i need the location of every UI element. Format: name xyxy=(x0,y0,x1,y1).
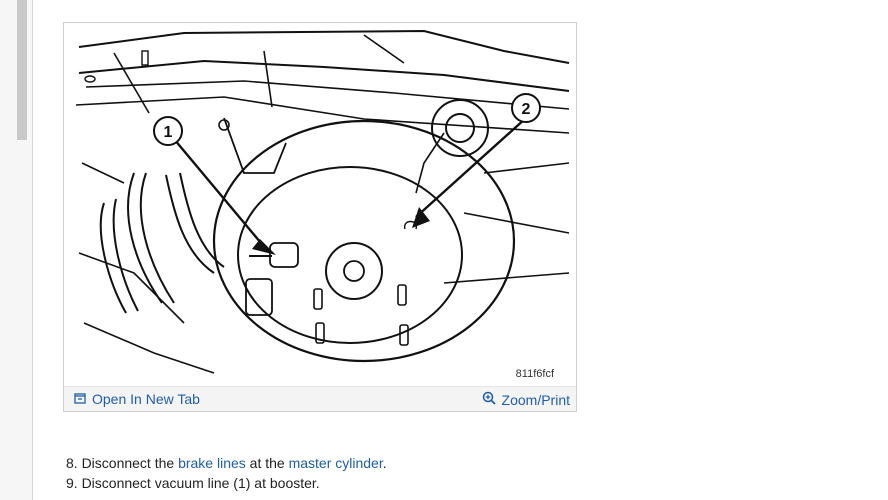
figure-footer: Open In New Tab Zoom/Print xyxy=(64,386,576,411)
svg-text:2: 2 xyxy=(522,101,531,118)
step-9: 9. Disconnect vacuum line (1) at booster… xyxy=(66,475,320,491)
scrollbar-thumb[interactable] xyxy=(17,0,27,140)
left-rail xyxy=(0,0,33,500)
figure-card: 1 2 811f6fcf Open In New Tab Zoom/Print xyxy=(63,22,577,412)
callout-1: 1 xyxy=(153,116,183,146)
open-in-new-tab-link[interactable]: Open In New Tab xyxy=(74,391,200,407)
open-in-new-tab-label: Open In New Tab xyxy=(92,391,200,407)
step-8: 8. Disconnect the brake lines at the mas… xyxy=(66,455,387,471)
zoom-print-label: Zoom/Print xyxy=(501,391,570,408)
zoom-in-icon xyxy=(482,391,496,408)
brake-lines-link[interactable]: brake lines xyxy=(178,455,246,471)
instruction-steps: 8. Disconnect the brake lines at the mas… xyxy=(66,453,387,493)
figure-id: 811f6fcf xyxy=(515,368,554,380)
zoom-print-link[interactable]: Zoom/Print xyxy=(482,391,570,408)
master-cylinder-link[interactable]: master cylinder xyxy=(289,455,383,471)
svg-text:1: 1 xyxy=(164,124,173,141)
callout-2: 2 xyxy=(511,93,541,123)
open-in-new-tab-icon xyxy=(74,391,86,407)
brake-booster-diagram: 1 2 xyxy=(75,29,570,374)
